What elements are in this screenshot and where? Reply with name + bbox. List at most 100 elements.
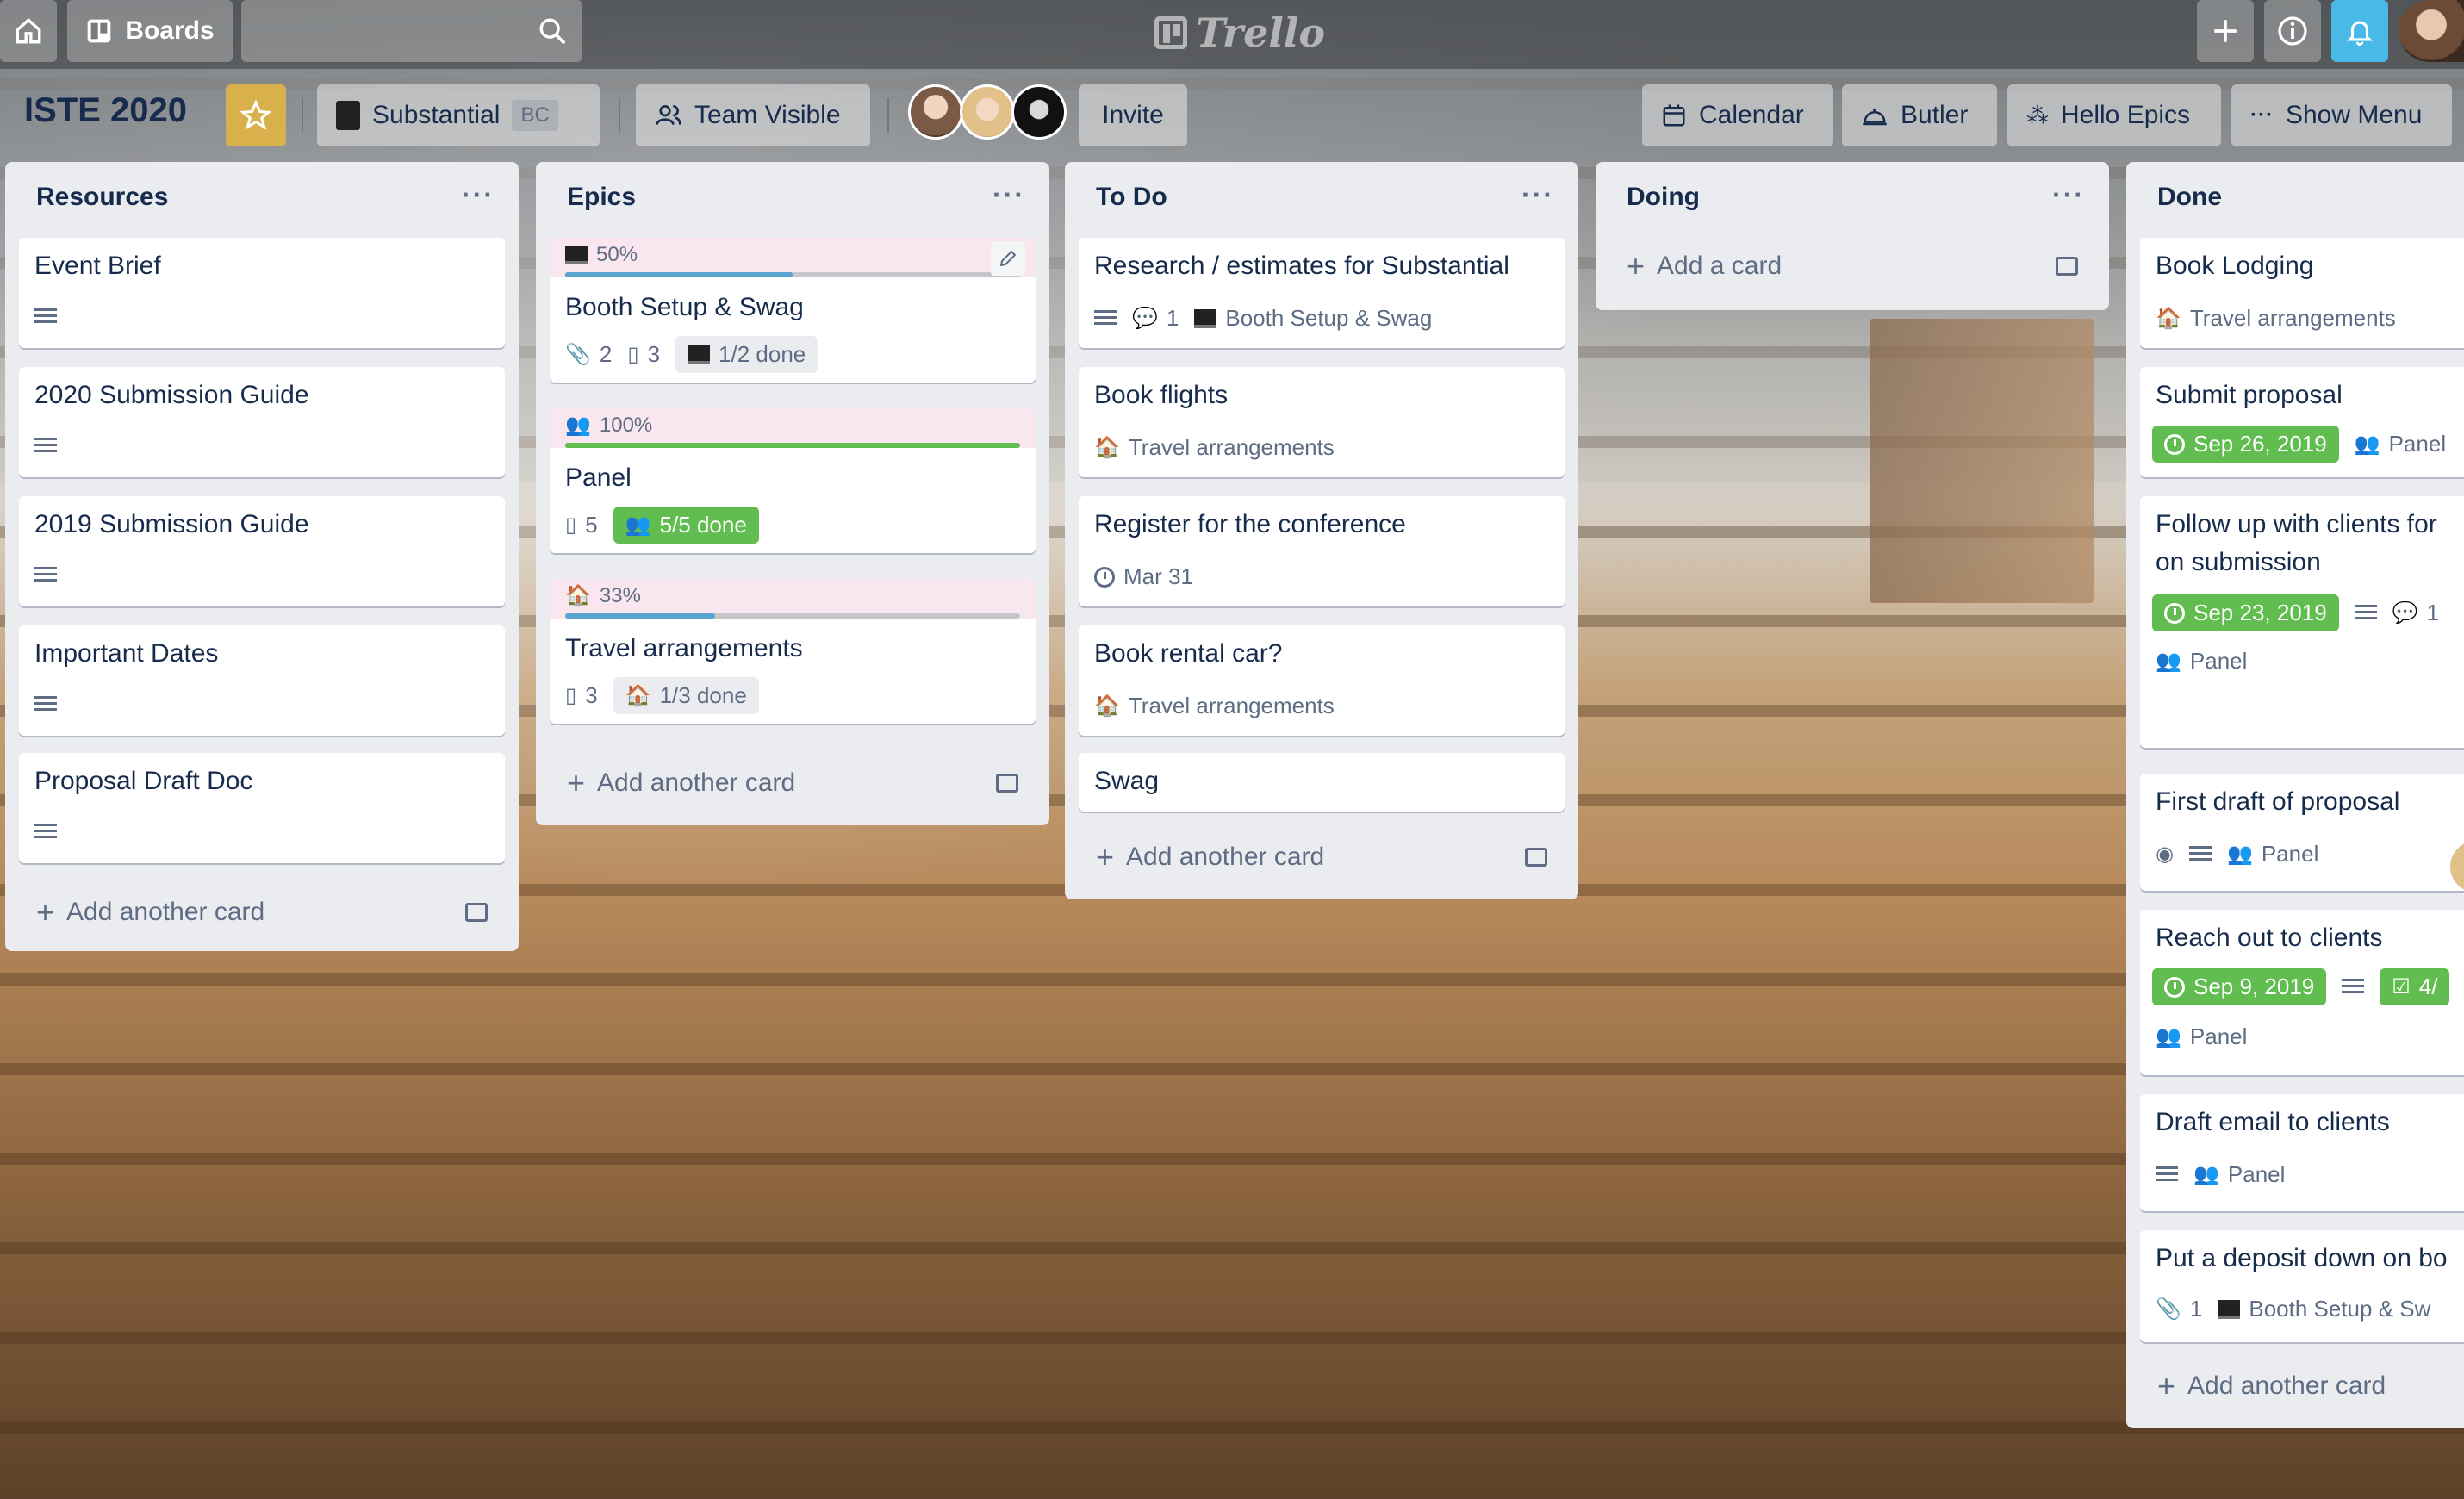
checklist-pill: ☑ 4/ bbox=[2380, 968, 2450, 1005]
card[interactable]: Draft email to clients 👥 Panel bbox=[2140, 1094, 2464, 1211]
add-card-button[interactable]: + Add another card bbox=[36, 894, 264, 930]
calendar-button[interactable]: Calendar bbox=[1642, 84, 1833, 146]
star-icon bbox=[240, 100, 271, 130]
add-card-button[interactable]: + Add a card bbox=[1627, 248, 1782, 284]
checklist-count: 4/ bbox=[2418, 973, 2438, 999]
card[interactable]: First draft of proposal ◉ 👥 Panel bbox=[2140, 774, 2464, 891]
house-icon: 🏠 bbox=[2156, 306, 2181, 330]
card[interactable]: Proposal Draft Doc bbox=[19, 753, 505, 863]
butler-button[interactable]: Butler bbox=[1842, 84, 1997, 146]
card-title: Booth Setup & Swag bbox=[565, 293, 804, 321]
header-divider bbox=[302, 98, 303, 133]
profile-avatar[interactable] bbox=[2399, 0, 2464, 62]
home-icon bbox=[16, 17, 41, 44]
list-menu-icon[interactable]: ··· bbox=[2052, 179, 2085, 211]
card[interactable]: Reach out to clients Sep 9, 2019 ☑ 4/ 👥 Pa… bbox=[2140, 910, 2464, 1075]
card[interactable]: Put a deposit down on bo 📎 1 Booth Setup … bbox=[2140, 1230, 2464, 1342]
list-todo: To Do ··· Research / estimates for Subst… bbox=[1065, 162, 1578, 899]
info-button[interactable] bbox=[2264, 0, 2321, 62]
due-date-pill: Sep 9, 2019 bbox=[2152, 968, 2327, 1005]
show-menu-button[interactable]: ··· Show Menu bbox=[2231, 84, 2452, 146]
card-badges: 🏠 Travel arrangements bbox=[1094, 693, 1335, 719]
card-template-icon[interactable] bbox=[2056, 257, 2078, 276]
trello-logo[interactable]: Trello bbox=[1154, 7, 1325, 59]
card-title: 2020 Submission Guide bbox=[34, 381, 309, 409]
epic-link: Panel bbox=[2227, 1161, 2286, 1187]
epic-done-pill: 1/2 done bbox=[675, 336, 818, 373]
plus-icon: + bbox=[1627, 248, 1646, 283]
card-template-icon[interactable] bbox=[465, 903, 488, 922]
card[interactable]: Event Brief bbox=[19, 238, 505, 348]
edit-card-icon[interactable] bbox=[991, 241, 1025, 276]
due-date-pill: Sep 23, 2019 bbox=[2152, 594, 2339, 631]
card-title: Proposal Draft Doc bbox=[34, 767, 253, 795]
invite-label: Invite bbox=[1102, 101, 1164, 129]
progress-label-row: 🏠 33% bbox=[565, 584, 641, 608]
card[interactable]: Swag bbox=[1079, 753, 1565, 812]
add-card-button[interactable]: + Add another card bbox=[1096, 839, 1324, 875]
epic-link: Booth Setup & Swag bbox=[1225, 305, 1433, 331]
notifications-button[interactable] bbox=[2331, 0, 2388, 62]
team-button[interactable]: Substantial BC bbox=[317, 84, 600, 146]
card[interactable]: 2019 Submission Guide bbox=[19, 496, 505, 606]
card[interactable]: 2020 Submission Guide bbox=[19, 367, 505, 477]
add-card-button[interactable]: + Add another card bbox=[567, 765, 795, 801]
epic-card[interactable]: 🏠 33% Travel arrangements ▯ 3 🏠 1/3 done bbox=[550, 579, 1036, 724]
progress-label-row: 50% bbox=[565, 243, 638, 267]
member-avatar[interactable] bbox=[960, 84, 1015, 140]
progress-label-row: 👥 100% bbox=[565, 414, 652, 438]
power-up-button[interactable]: ⁂ Hello Epics bbox=[2007, 84, 2221, 146]
list-title[interactable]: To Do bbox=[1096, 183, 1167, 212]
invite-button[interactable]: Invite bbox=[1079, 84, 1187, 146]
card-count: 5 bbox=[585, 512, 598, 538]
epic-card[interactable]: 👥 100% Panel ▯ 5 👥 5/5 done bbox=[550, 408, 1036, 553]
card[interactable]: Register for the conference Mar 31 bbox=[1079, 496, 1565, 606]
bell-icon bbox=[2346, 21, 2374, 46]
home-button[interactable] bbox=[0, 0, 57, 62]
board-title[interactable]: ISTE 2020 bbox=[24, 91, 187, 130]
list-title[interactable]: Done bbox=[2157, 183, 2222, 212]
visibility-button[interactable]: Team Visible bbox=[636, 84, 870, 146]
list-menu-icon[interactable]: ··· bbox=[462, 179, 495, 211]
member-avatar[interactable] bbox=[1011, 84, 1067, 140]
card[interactable]: Book rental car? 🏠 Travel arrangements bbox=[1079, 625, 1565, 736]
people-icon: 👥 bbox=[2156, 649, 2181, 673]
add-card-button[interactable]: + Add another card bbox=[2157, 1368, 2386, 1404]
epic-link: Panel bbox=[2261, 841, 2319, 867]
epic-link: Travel arrangements bbox=[2189, 305, 2396, 331]
more-icon: ··· bbox=[2250, 103, 2274, 127]
boards-button[interactable]: Boards bbox=[67, 0, 233, 62]
card-badges: Sep 26, 2019 👥 Panel bbox=[2152, 426, 2446, 463]
card[interactable]: Research / estimates for Substantial 💬 1 … bbox=[1079, 238, 1565, 348]
member-avatar[interactable] bbox=[2450, 841, 2464, 891]
house-icon: 🏠 bbox=[565, 584, 591, 607]
card-title: Travel arrangements bbox=[565, 634, 803, 662]
card[interactable]: Book Lodging 🏠 Travel arrangements bbox=[2140, 238, 2464, 348]
list-title[interactable]: Doing bbox=[1627, 183, 1700, 212]
list-menu-icon[interactable]: ··· bbox=[1521, 179, 1554, 211]
card[interactable]: Submit proposal Sep 26, 2019 👥 Panel bbox=[2140, 367, 2464, 477]
card-title: Submit proposal bbox=[2156, 381, 2343, 409]
search-input[interactable] bbox=[241, 0, 582, 62]
list-title[interactable]: Epics bbox=[567, 183, 636, 212]
card-template-icon[interactable] bbox=[996, 774, 1018, 793]
card[interactable]: Important Dates bbox=[19, 625, 505, 736]
star-button[interactable] bbox=[226, 84, 286, 146]
member-avatar[interactable] bbox=[908, 84, 963, 140]
board-cards-icon: ▯ bbox=[565, 513, 577, 537]
card-template-icon[interactable] bbox=[1525, 848, 1547, 867]
due-date: Sep 26, 2019 bbox=[2193, 431, 2327, 457]
monitor-icon bbox=[1194, 308, 1217, 328]
trello-logo-text: Trello bbox=[1196, 9, 1326, 56]
comment-count: 1 bbox=[1166, 305, 1179, 331]
list-title[interactable]: Resources bbox=[36, 183, 168, 212]
epic-card[interactable]: 50% Booth Setup & Swag 📎 2 ▯ 3 1/2 done bbox=[550, 238, 1036, 383]
list-menu-icon[interactable]: ··· bbox=[992, 179, 1025, 211]
card[interactable]: Follow up with clients for on submission… bbox=[2140, 496, 2464, 748]
create-button[interactable] bbox=[2197, 0, 2254, 62]
card-title: Research / estimates for Substantial bbox=[1094, 252, 1509, 280]
epic-link: Travel arrangements bbox=[1128, 434, 1335, 460]
list-epics: Epics ··· 50% Booth Setup & Swag 📎 2 ▯ 3 1… bbox=[536, 162, 1049, 825]
card[interactable]: Book flights 🏠 Travel arrangements bbox=[1079, 367, 1565, 477]
plus-icon: + bbox=[36, 894, 55, 930]
